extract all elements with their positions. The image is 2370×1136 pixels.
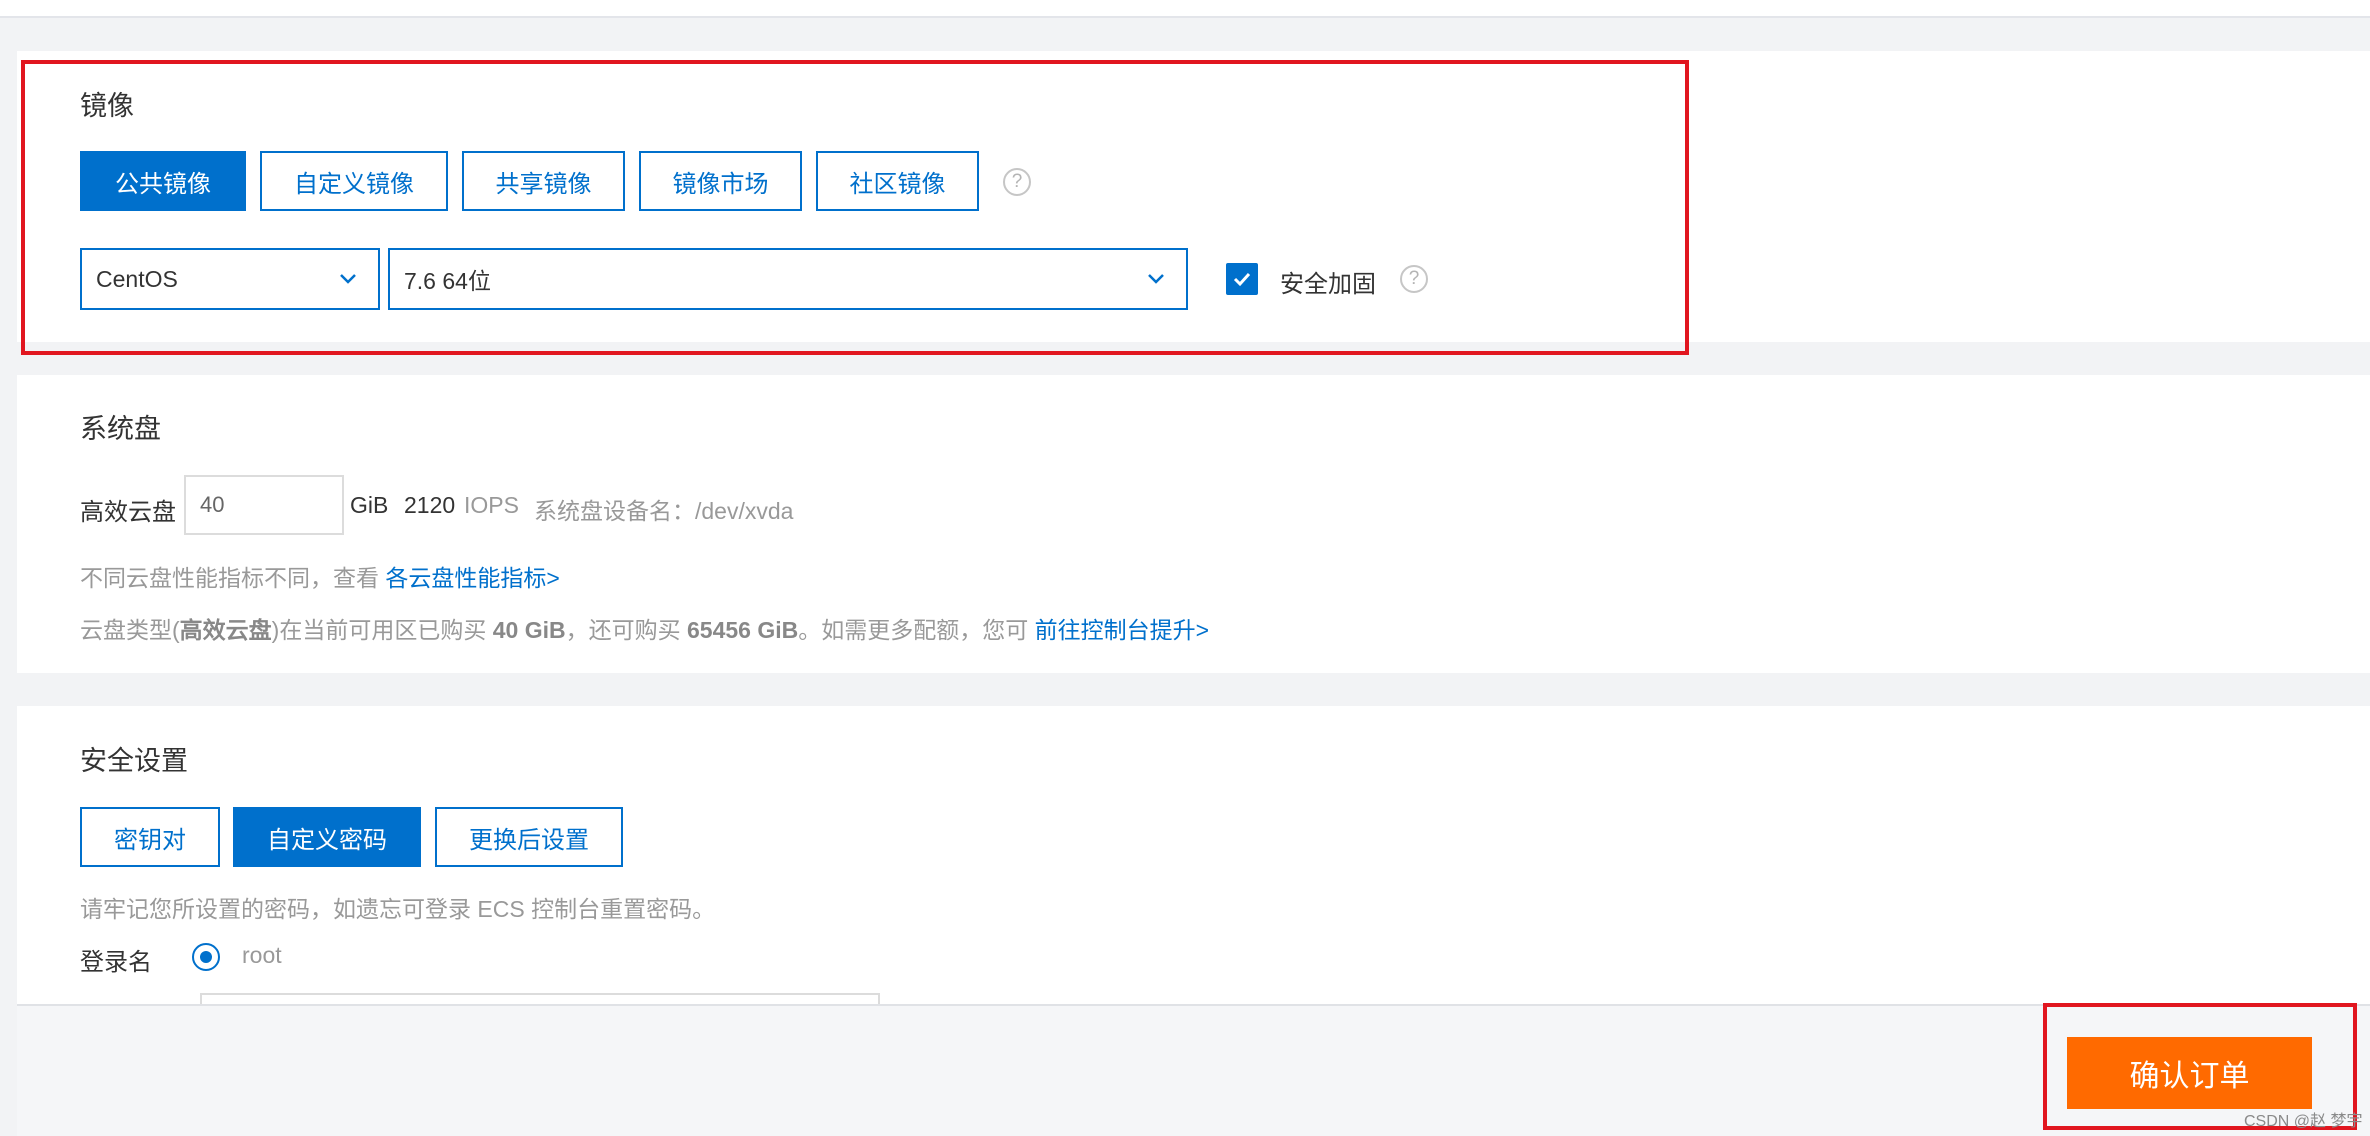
quota-type: 高效云盘 xyxy=(179,617,272,643)
login-root-radio[interactable] xyxy=(192,943,220,971)
device-name: 系统盘设备名：/dev/xvda xyxy=(534,498,794,524)
tab-set-later[interactable]: 更换后设置 xyxy=(435,807,623,867)
quota-bought: 40 GiB xyxy=(492,617,566,643)
perf-note: 不同云盘性能指标不同，查看 各云盘性能指标> xyxy=(80,559,560,593)
perf-note-text: 不同云盘性能指标不同，查看 xyxy=(80,565,379,591)
security-section: 安全设置 密钥对 自定义密码 更换后设置 请牢记您所设置的密码，如遗忘可登录 E… xyxy=(17,706,2370,1013)
image-highlight-box xyxy=(21,60,1689,355)
disk-type-label: 高效云盘 xyxy=(80,499,176,526)
system-disk-section: 系统盘 高效云盘 40 GiB 2120 IOPS 系统盘设备名：/dev/xv… xyxy=(17,375,2370,673)
quota-mid3: 。如需更多配额，您可 xyxy=(798,617,1029,643)
disk-size-unit: GiB xyxy=(350,492,389,518)
tab-key-pair[interactable]: 密钥对 xyxy=(80,807,220,867)
iops-value: 2120 xyxy=(404,492,456,518)
quota-note: 云盘类型(高效云盘)在当前可用区已购买 40 GiB，还可购买 65456 Gi… xyxy=(80,611,1209,645)
tab-custom-password[interactable]: 自定义密码 xyxy=(233,807,421,867)
password-note: 请牢记您所设置的密码，如遗忘可登录 ECS 控制台重置密码。 xyxy=(80,896,716,922)
security-tabs: 密钥对 自定义密码 更换后设置 xyxy=(80,807,623,867)
security-section-title: 安全设置 xyxy=(80,746,188,776)
disk-size-value: 40 xyxy=(200,492,225,517)
quota-mid2: ，还可购买 xyxy=(565,617,681,643)
iops-unit: IOPS xyxy=(464,492,519,518)
watermark: CSDN @赵 梦宇 xyxy=(2244,1113,2363,1130)
perf-link[interactable]: 各云盘性能指标> xyxy=(385,565,559,591)
disk-section-title: 系统盘 xyxy=(80,414,161,444)
quota-link[interactable]: 前往控制台提升> xyxy=(1035,617,1209,643)
login-name-label: 登录名 xyxy=(80,949,152,976)
top-divider xyxy=(0,0,2370,18)
order-footer xyxy=(17,1004,2370,1136)
disk-size-input[interactable]: 40 xyxy=(184,475,344,535)
quota-mid1: )在当前可用区已购买 xyxy=(271,617,487,643)
quota-remaining: 65456 GiB xyxy=(687,617,799,643)
login-root-value: root xyxy=(242,942,282,968)
quota-prefix: 云盘类型( xyxy=(80,617,180,643)
